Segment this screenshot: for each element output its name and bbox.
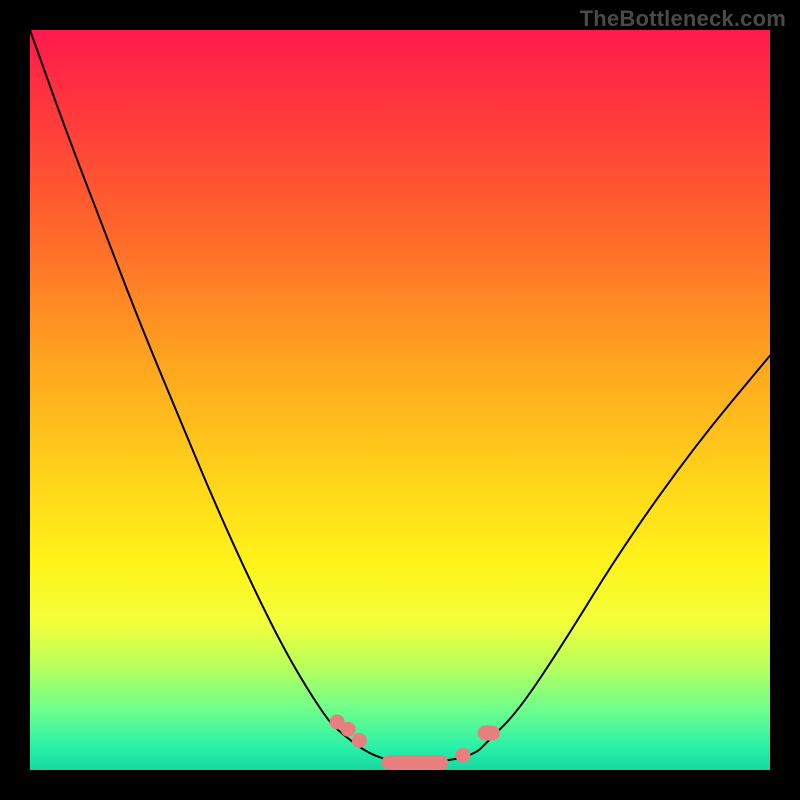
curve-svg: [30, 30, 770, 770]
trough-pill: [382, 755, 449, 770]
right-cluster-pill: [478, 726, 500, 741]
chart-frame: TheBottleneck.com: [0, 0, 800, 800]
left-cluster-dot-2: [341, 722, 356, 737]
bottleneck-curve: [30, 30, 770, 763]
attribution-label: TheBottleneck.com: [580, 6, 786, 32]
markers-group: [330, 714, 500, 770]
right-mid-dot: [455, 748, 470, 763]
left-cluster-dot-3: [352, 733, 367, 748]
plot-area: [30, 30, 770, 770]
